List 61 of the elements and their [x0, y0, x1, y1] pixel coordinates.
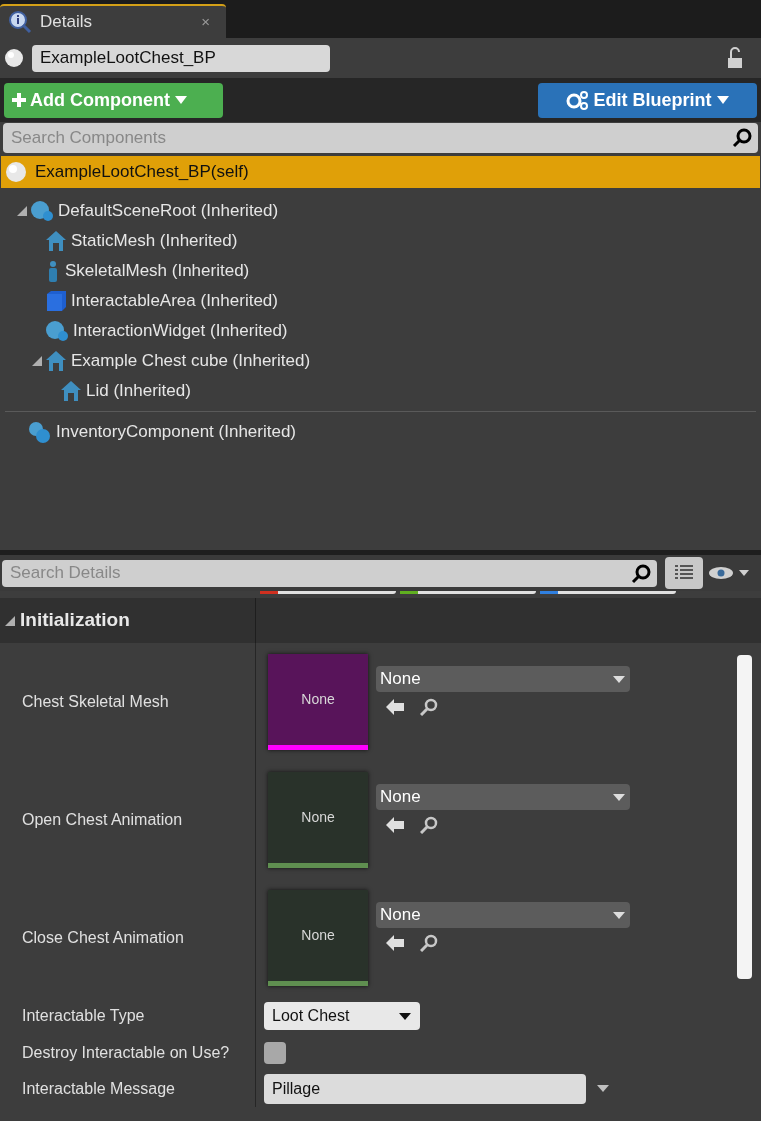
asset-dropdown[interactable]: None — [376, 666, 630, 692]
unlock-icon[interactable] — [725, 47, 745, 69]
scrollbar-thumb[interactable] — [737, 655, 752, 979]
property-label: Interactable Message — [22, 1078, 175, 1099]
left-arrow-icon[interactable] — [386, 699, 404, 715]
search-icon — [732, 128, 752, 148]
edit-blueprint-button[interactable]: Edit Blueprint — [538, 82, 757, 118]
details-tab[interactable]: Details × — [0, 4, 226, 38]
name-field[interactable]: ExampleLootChest_BP — [32, 44, 330, 72]
caret-icon — [174, 95, 188, 105]
search-icon[interactable] — [420, 934, 438, 952]
property-label: Chest Skeletal Mesh — [22, 692, 169, 712]
property-label: Close Chest Animation — [22, 928, 184, 948]
tree-item[interactable]: DefaultSceneRoot (Inherited) — [58, 198, 279, 224]
caret-icon — [612, 910, 626, 920]
tree-item[interactable]: InteractionWidget (Inherited) — [73, 318, 288, 344]
sphere-icon — [5, 161, 27, 183]
left-arrow-icon[interactable] — [386, 935, 404, 951]
component-icon — [28, 421, 52, 443]
tree-item[interactable]: InventoryComponent (Inherited) — [56, 419, 297, 445]
text-field[interactable]: Pillage — [264, 1073, 586, 1104]
caret-icon — [612, 674, 626, 684]
cube-icon — [45, 290, 67, 312]
tree-item[interactable]: Example Chest cube (Inherited) — [71, 348, 311, 374]
property-label: Destroy Interactable on Use? — [22, 1042, 230, 1063]
property-label: Interactable Type — [22, 1006, 145, 1026]
tree-row[interactable]: ExampleLootChest_BP(self) — [1, 156, 760, 188]
tree-item[interactable]: Lid (Inherited) — [86, 378, 191, 404]
asset-dropdown[interactable]: None — [376, 902, 630, 928]
tab-title: Details — [40, 11, 93, 34]
tree-item[interactable]: SkeletalMesh (Inherited) — [65, 258, 250, 284]
dropdown[interactable]: Loot Chest — [264, 1002, 420, 1030]
asset-dropdown[interactable]: None — [376, 784, 630, 810]
checkbox[interactable] — [264, 1041, 286, 1064]
search-details-field[interactable]: Search Details — [2, 559, 657, 587]
sphere-icon — [4, 48, 24, 68]
caret-icon — [715, 95, 730, 105]
property-label: Open Chest Animation — [22, 810, 183, 830]
left-arrow-icon[interactable] — [386, 817, 404, 833]
caret-icon — [612, 792, 626, 802]
search-components-field[interactable]: Search Components — [3, 123, 758, 153]
house-icon — [45, 350, 67, 372]
caret-icon — [398, 1011, 412, 1021]
expanded-arrow-icon[interactable] — [16, 205, 28, 217]
search-icon — [631, 563, 651, 584]
category-title[interactable]: Initialization — [20, 606, 130, 635]
tree-item[interactable]: InteractableArea (Inherited) — [71, 288, 278, 314]
sphere-icon — [30, 200, 54, 222]
tree-item[interactable]: StaticMesh (Inherited) — [71, 228, 238, 254]
plus-icon — [12, 93, 26, 107]
search-icon[interactable] — [420, 816, 438, 834]
house-icon — [60, 380, 82, 402]
expanded-arrow-icon[interactable] — [4, 614, 16, 627]
search-icon[interactable] — [420, 698, 438, 716]
expanded-arrow-icon[interactable] — [31, 355, 43, 367]
close-button[interactable]: × — [201, 10, 210, 34]
sphere-icon — [45, 320, 69, 342]
grid-view-button[interactable] — [665, 557, 703, 589]
dropdown-arrow-icon[interactable] — [596, 1084, 610, 1093]
info-magnifier-icon — [8, 10, 32, 34]
house-icon — [45, 230, 67, 252]
